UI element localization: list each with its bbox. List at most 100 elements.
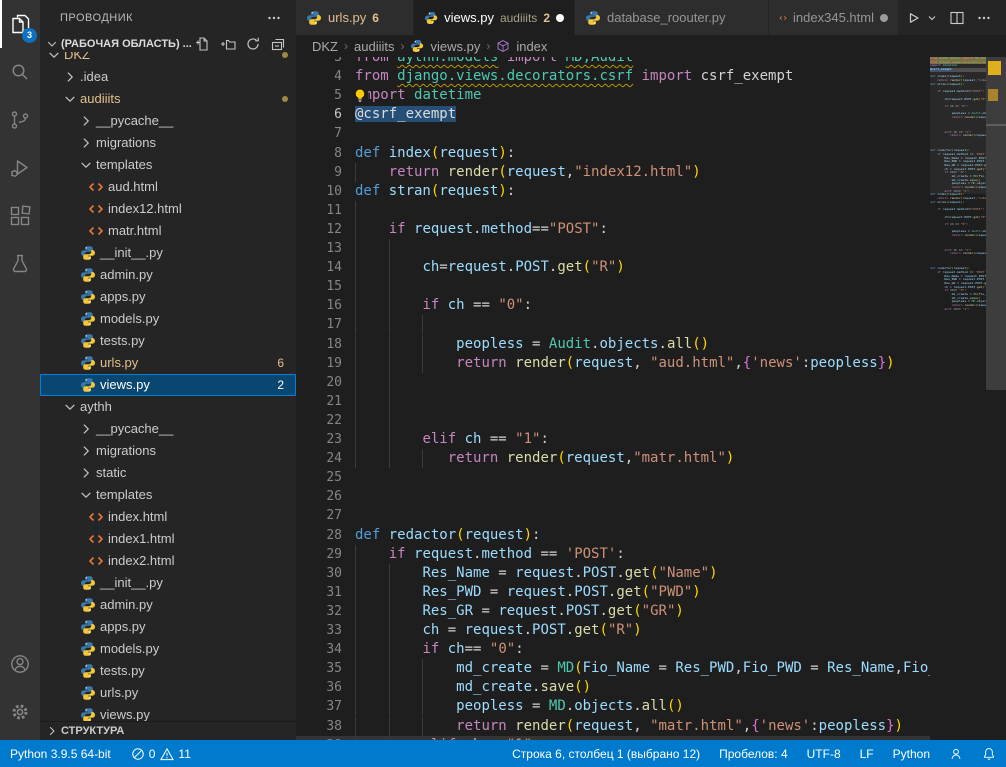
tree-item-aythh[interactable]: aythh bbox=[40, 396, 296, 418]
code-line-3[interactable]: 3from aythh.models import MD,Audit bbox=[296, 57, 930, 67]
bell-icon[interactable] bbox=[982, 747, 996, 761]
tab-database-roouter-py[interactable]: database_roouter.py bbox=[575, 0, 769, 35]
tree-item-index1.html[interactable]: index1.html bbox=[40, 528, 296, 550]
new-file-icon[interactable] bbox=[195, 36, 211, 52]
breadcrumb-item[interactable]: views.py bbox=[430, 39, 480, 54]
tab-urls-py[interactable]: urls.py 6 bbox=[296, 0, 414, 35]
tree-item-admin.py[interactable]: admin.py bbox=[40, 594, 296, 616]
code-editor[interactable]: 3from aythh.models import MD,Audit4from … bbox=[296, 57, 930, 740]
tree-item-__init__.py[interactable]: __init__.py bbox=[40, 572, 296, 594]
cursor-position-status[interactable]: Строка 6, столбец 1 (выбрано 12) bbox=[512, 747, 700, 761]
tree-item-__init__.py[interactable]: __init__.py bbox=[40, 242, 296, 264]
tree-item-.idea[interactable]: .idea bbox=[40, 66, 296, 88]
python-interpreter-status[interactable]: Python 3.9.5 64-bit bbox=[10, 747, 111, 761]
code-line-32[interactable]: 32 Res_GR = request.POST.get("GR") bbox=[296, 602, 930, 621]
code-line-34[interactable]: 34 if ch== "0": bbox=[296, 640, 930, 659]
code-line-9[interactable]: 9 return render(request,"index12.html") bbox=[296, 163, 930, 182]
problems-status[interactable]: 0 11 bbox=[131, 747, 191, 761]
tree-item-models.py[interactable]: models.py bbox=[40, 308, 296, 330]
code-line-31[interactable]: 31 Res_PWD = request.POST.get("PWD") bbox=[296, 583, 930, 602]
eol-status[interactable]: LF bbox=[860, 747, 874, 761]
indentation-status[interactable]: Пробелов: 4 bbox=[719, 747, 788, 761]
code-line-21[interactable]: 21 bbox=[296, 392, 930, 411]
tree-item-audiiits[interactable]: audiiits bbox=[40, 88, 296, 110]
breadcrumb-item[interactable]: index bbox=[516, 39, 547, 54]
code-line-16[interactable]: 16 if ch == "0": bbox=[296, 296, 930, 315]
more-actions-icon[interactable] bbox=[976, 10, 992, 26]
tree-item-migrations[interactable]: migrations bbox=[40, 132, 296, 154]
code-line-29[interactable]: 29 if request.method == 'POST': bbox=[296, 545, 930, 564]
outline-section-header[interactable]: СТРУКТУРА bbox=[40, 721, 296, 740]
settings-gear-icon[interactable] bbox=[0, 688, 40, 736]
breadcrumb-item[interactable]: audiiits bbox=[354, 39, 394, 54]
code-line-12[interactable]: 12 if request.method=="POST": bbox=[296, 220, 930, 239]
tree-item-matr.html[interactable]: matr.html bbox=[40, 220, 296, 242]
code-line-27[interactable]: 27 bbox=[296, 506, 930, 525]
testing-icon[interactable] bbox=[0, 240, 40, 288]
search-icon[interactable] bbox=[0, 48, 40, 96]
code-line-19[interactable]: 19 return render(request, "aud.html",{'n… bbox=[296, 354, 930, 373]
tree-item-tests.py[interactable]: tests.py bbox=[40, 330, 296, 352]
code-line-13[interactable]: 13 bbox=[296, 239, 930, 258]
tree-item-templates[interactable]: templates bbox=[40, 484, 296, 506]
tree-item-urls.py[interactable]: urls.py bbox=[40, 682, 296, 704]
split-editor-icon[interactable] bbox=[949, 10, 965, 26]
dirty-dot-icon[interactable] bbox=[880, 14, 888, 22]
tree-item-apps.py[interactable]: apps.py bbox=[40, 286, 296, 308]
code-line-35[interactable]: 35 md_create = MD(Fio_Name = Res_PWD,Fio… bbox=[296, 659, 930, 678]
run-icon[interactable] bbox=[905, 10, 921, 26]
source-control-icon[interactable] bbox=[0, 96, 40, 144]
code-line-33[interactable]: 33 ch = request.POST.get("R") bbox=[296, 621, 930, 640]
code-line-18[interactable]: 18 peopless = Audit.objects.all() bbox=[296, 335, 930, 354]
code-line-25[interactable]: 25 bbox=[296, 468, 930, 487]
extensions-icon[interactable] bbox=[0, 192, 40, 240]
tree-item-__pycache__[interactable]: __pycache__ bbox=[40, 418, 296, 440]
tab-views-py[interactable]: views.py audiiits 2 bbox=[414, 0, 575, 35]
editor-scrollbar[interactable] bbox=[986, 57, 1006, 740]
new-folder-icon[interactable] bbox=[220, 36, 236, 52]
explorer-icon[interactable]: 3 bbox=[0, 0, 40, 48]
code-line-30[interactable]: 30 Res_Name = request.POST.get("Name") bbox=[296, 564, 930, 583]
code-line-8[interactable]: 8def index(request): bbox=[296, 144, 930, 163]
tree-item-index.html[interactable]: index.html bbox=[40, 506, 296, 528]
code-line-22[interactable]: 22 bbox=[296, 411, 930, 430]
tree-item-aud.html[interactable]: aud.html bbox=[40, 176, 296, 198]
tree-item-static[interactable]: static bbox=[40, 462, 296, 484]
tree-item-templates[interactable]: templates bbox=[40, 154, 296, 176]
code-line-24[interactable]: 24 return render(request,"matr.html") bbox=[296, 449, 930, 468]
code-line-10[interactable]: 10def stran(request): bbox=[296, 182, 930, 201]
language-mode-status[interactable]: Python bbox=[893, 747, 930, 761]
tab-index345-html[interactable]: index345.html bbox=[769, 0, 899, 35]
feedback-icon[interactable] bbox=[949, 747, 963, 761]
account-icon[interactable] bbox=[0, 640, 40, 688]
code-line-6[interactable]: 6@csrf_exempt bbox=[296, 105, 930, 124]
lightbulb-icon[interactable] bbox=[352, 88, 368, 104]
code-line-38[interactable]: 38 return render(request, "matr.html",{'… bbox=[296, 717, 930, 736]
tree-item-admin.py[interactable]: admin.py bbox=[40, 264, 296, 286]
code-line-28[interactable]: 28def redactor(request): bbox=[296, 526, 930, 545]
tree-item-apps.py[interactable]: apps.py bbox=[40, 616, 296, 638]
encoding-status[interactable]: UTF-8 bbox=[807, 747, 841, 761]
code-line-20[interactable]: 20 bbox=[296, 373, 930, 392]
code-line-23[interactable]: 23 elif ch == "1": bbox=[296, 430, 930, 449]
code-line-15[interactable]: 15 bbox=[296, 277, 930, 296]
code-line-26[interactable]: 26 bbox=[296, 487, 930, 506]
code-line-37[interactable]: 37 peopless = MD.objects.all() bbox=[296, 697, 930, 716]
tree-item-models.py[interactable]: models.py bbox=[40, 638, 296, 660]
workspace-section-header[interactable]: (РАБОЧАЯ ОБЛАСТЬ) ... bbox=[40, 35, 296, 52]
refresh-icon[interactable] bbox=[245, 36, 261, 52]
tree-item-__pycache__[interactable]: __pycache__ bbox=[40, 110, 296, 132]
tree-item-urls.py[interactable]: urls.py6 bbox=[40, 352, 296, 374]
code-line-5[interactable]: 5import datetime bbox=[296, 86, 930, 105]
run-debug-icon[interactable] bbox=[0, 144, 40, 192]
code-line-4[interactable]: 4from django.views.decorators.csrf impor… bbox=[296, 67, 930, 86]
tree-item-migrations[interactable]: migrations bbox=[40, 440, 296, 462]
tree-item-tests.py[interactable]: tests.py bbox=[40, 660, 296, 682]
code-line-11[interactable]: 11 bbox=[296, 201, 930, 220]
code-line-7[interactable]: 7 bbox=[296, 124, 930, 143]
code-line-14[interactable]: 14 ch=request.POST.get("R") bbox=[296, 258, 930, 277]
chevron-down-icon[interactable] bbox=[926, 12, 938, 24]
minimap[interactable]: from aythh.models import MD,Auditfrom dj… bbox=[930, 57, 986, 740]
dirty-dot-icon[interactable] bbox=[556, 14, 564, 22]
tree-item-views.py[interactable]: views.py2 bbox=[40, 374, 296, 396]
